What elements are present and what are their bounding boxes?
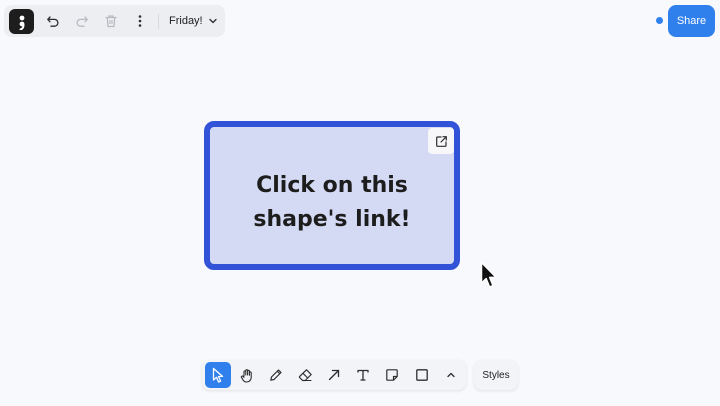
shape-text: Click on this shape's link! — [210, 169, 454, 237]
undo-button[interactable] — [41, 9, 65, 33]
sticky-note-icon — [385, 368, 399, 382]
styles-button[interactable]: Styles — [474, 360, 518, 390]
tool-arrow[interactable] — [321, 362, 347, 388]
redo-icon — [75, 14, 89, 28]
more-options-button[interactable] — [128, 9, 152, 33]
tool-hand[interactable] — [234, 362, 260, 388]
toolbar-divider — [158, 14, 159, 29]
tools-toolbar — [202, 360, 466, 390]
delete-button[interactable] — [99, 9, 123, 33]
top-toolbar: Friday! — [4, 5, 225, 37]
pointer-icon — [211, 367, 225, 383]
text-icon — [356, 368, 370, 382]
semicolon-menu-icon — [17, 14, 27, 30]
share-button[interactable]: Share — [668, 5, 715, 37]
page-name: Friday! — [169, 15, 203, 27]
tool-eraser[interactable] — [292, 362, 318, 388]
undo-icon — [46, 14, 60, 28]
trash-icon — [104, 14, 118, 28]
tool-rectangle[interactable] — [409, 362, 435, 388]
tool-note[interactable] — [379, 362, 405, 388]
chevron-up-icon — [445, 369, 457, 381]
shape-link-button[interactable] — [428, 128, 454, 154]
redo-button[interactable] — [70, 9, 94, 33]
tool-draw[interactable] — [263, 362, 289, 388]
eraser-icon — [298, 368, 313, 382]
external-link-icon — [435, 135, 448, 148]
mouse-pointer-icon — [480, 261, 498, 289]
main-menu-button[interactable] — [9, 9, 34, 34]
more-vertical-icon — [133, 14, 147, 28]
page-menu[interactable]: Friday! — [164, 9, 224, 33]
tool-text[interactable] — [350, 362, 376, 388]
arrow-icon — [327, 368, 341, 382]
chevron-down-icon — [207, 15, 219, 27]
tool-select[interactable] — [205, 362, 231, 388]
shape-label: Click on this shape's link! — [253, 173, 411, 232]
rectangle-icon — [415, 368, 429, 382]
canvas-shape[interactable]: Click on this shape's link! — [204, 121, 460, 270]
hand-icon — [240, 368, 255, 383]
pencil-icon — [269, 368, 283, 382]
tool-more[interactable] — [438, 362, 464, 388]
presence-indicator — [656, 17, 663, 24]
